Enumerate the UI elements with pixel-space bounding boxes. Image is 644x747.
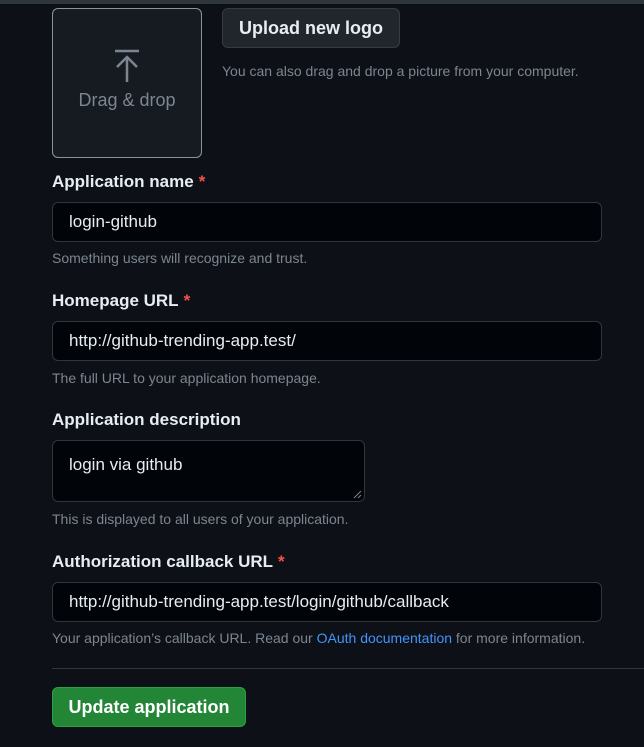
upload-logo-button[interactable]: Upload new logo [222, 8, 400, 48]
required-marker: * [198, 172, 206, 191]
app-description-hint: This is displayed to all users of your a… [52, 511, 349, 527]
app-name-label-text: Application name [52, 172, 194, 191]
callback-hint-text-after: for more information. [452, 630, 586, 646]
app-name-input[interactable]: login-github [52, 202, 602, 242]
app-name-hint: Something users will recognize and trust… [52, 250, 308, 266]
divider [52, 668, 644, 669]
required-marker: * [278, 552, 285, 571]
homepage-url-label: Homepage URL * [52, 291, 190, 311]
top-border [0, 0, 644, 4]
app-description-value: login via github [69, 455, 183, 474]
homepage-url-label-text: Homepage URL [52, 291, 179, 310]
resize-handle-icon[interactable] [352, 489, 362, 499]
app-name-label: Application name * [52, 172, 205, 192]
app-description-label: Application description [52, 410, 241, 430]
homepage-url-input[interactable]: http://github-trending-app.test/ [52, 321, 602, 361]
callback-url-label: Authorization callback URL * [52, 552, 285, 572]
upload-hint: You can also drag and drop a picture fro… [222, 63, 579, 79]
callback-url-label-text: Authorization callback URL [52, 552, 274, 571]
app-description-label-text: Application description [52, 410, 241, 429]
logo-dropzone[interactable]: Drag & drop [52, 8, 202, 158]
upload-arrow-icon [115, 49, 139, 82]
homepage-url-hint: The full URL to your application homepag… [52, 370, 321, 386]
oauth-documentation-link[interactable]: OAuth documentation [317, 630, 452, 646]
callback-url-input[interactable]: http://github-trending-app.test/login/gi… [52, 582, 602, 622]
update-application-button[interactable]: Update application [52, 687, 246, 727]
callback-hint-text: Your application’s callback URL. Read ou… [52, 630, 317, 646]
callback-url-hint: Your application’s callback URL. Read ou… [52, 630, 585, 646]
app-description-textarea[interactable]: login via github [52, 440, 365, 502]
required-marker: * [183, 291, 191, 310]
dropzone-label: Drag & drop [78, 89, 176, 110]
